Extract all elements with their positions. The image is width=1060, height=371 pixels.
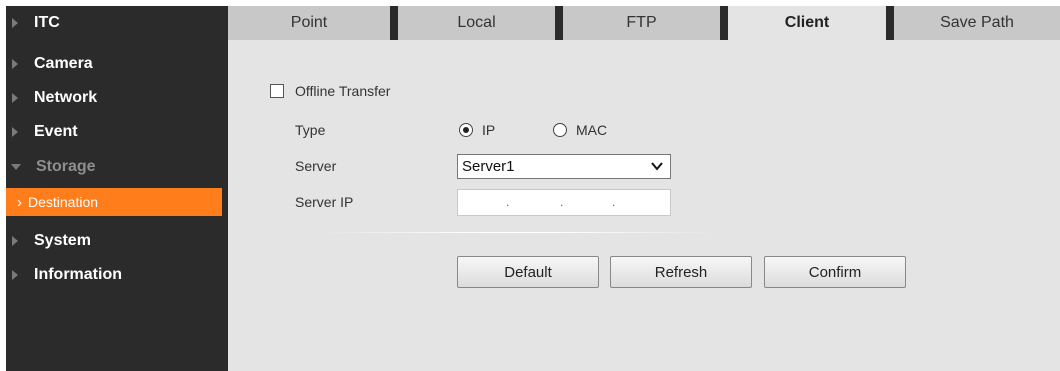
sidebar-item-network[interactable]: Network [6, 81, 228, 115]
sidebar-item-label: Information [34, 266, 122, 283]
ip-separator: . [560, 195, 564, 209]
type-mac-radio[interactable] [553, 123, 567, 137]
triangle-right-icon [12, 270, 18, 280]
default-button[interactable]: Default [457, 256, 599, 288]
sidebar-item-label: ITC [34, 14, 60, 31]
type-mac-label: MAC [576, 122, 608, 138]
triangle-right-icon [12, 236, 18, 246]
tab-point[interactable]: Point [228, 6, 390, 40]
sidebar-item-storage[interactable]: Storage [6, 150, 228, 184]
section-divider [318, 232, 718, 233]
refresh-button[interactable]: Refresh [610, 256, 752, 288]
server-select-value: Server1 [462, 158, 515, 175]
triangle-right-icon [12, 93, 18, 103]
sidebar-item-label: Camera [34, 55, 93, 72]
sidebar: ITC Camera Network Event Storage › Desti… [6, 6, 228, 371]
radio-selected-dot [463, 127, 469, 133]
chevron-down-icon [651, 162, 663, 171]
chevron-right-icon: › [17, 193, 22, 211]
triangle-right-icon [12, 127, 18, 137]
app-frame: ITC Camera Network Event Storage › Desti… [6, 6, 1060, 371]
confirm-button[interactable]: Confirm [764, 256, 906, 288]
triangle-right-icon [12, 18, 18, 28]
triangle-down-icon [11, 164, 21, 170]
server-select[interactable]: Server1 [457, 154, 671, 179]
tab-client[interactable]: Client [728, 6, 886, 40]
type-ip-label: IP [482, 122, 496, 138]
main-content: Point Local FTP Client Save Path Offline… [228, 6, 1060, 371]
type-ip-radio[interactable] [459, 123, 473, 137]
sidebar-item-itc[interactable]: ITC [6, 6, 228, 40]
sidebar-item-event[interactable]: Event [6, 115, 228, 149]
server-ip-label: Server IP [295, 194, 354, 210]
tab-bar: Point Local FTP Client Save Path [228, 6, 1060, 40]
offline-transfer-label: Offline Transfer [295, 83, 391, 99]
sidebar-item-system[interactable]: System [6, 224, 228, 258]
offline-transfer-checkbox[interactable] [270, 84, 284, 98]
tab-save-path[interactable]: Save Path [894, 6, 1060, 40]
sidebar-item-camera[interactable]: Camera [6, 47, 228, 81]
ip-separator: . [612, 195, 616, 209]
triangle-right-icon [12, 59, 18, 69]
server-ip-input[interactable]: . . . [457, 189, 671, 216]
sidebar-item-label: System [34, 232, 91, 249]
sidebar-item-information[interactable]: Information [6, 258, 228, 292]
sidebar-item-label: Event [34, 123, 78, 140]
sidebar-subitem-destination[interactable]: › Destination [6, 188, 222, 216]
sidebar-subitem-label: Destination [28, 194, 99, 210]
sidebar-item-label: Storage [36, 158, 96, 175]
tab-local[interactable]: Local [398, 6, 555, 40]
type-label: Type [295, 122, 326, 138]
sidebar-item-label: Network [34, 89, 98, 106]
tab-ftp[interactable]: FTP [563, 6, 720, 40]
ip-separator: . [506, 195, 510, 209]
server-label: Server [295, 158, 337, 174]
